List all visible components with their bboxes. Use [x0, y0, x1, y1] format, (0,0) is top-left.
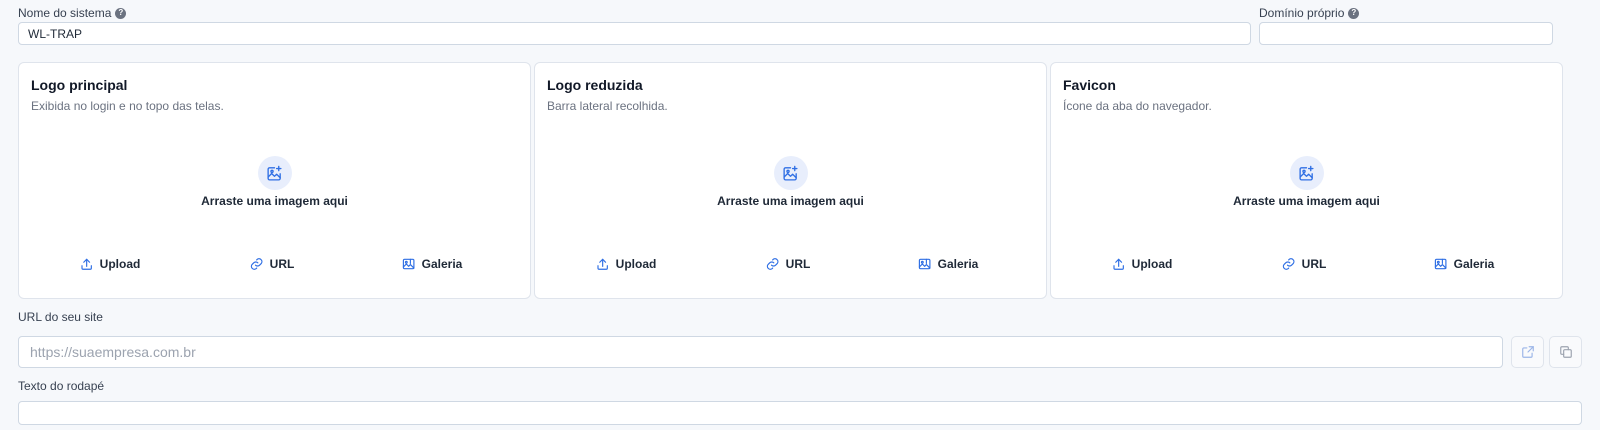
gallery-button[interactable]: Galeria	[1434, 257, 1495, 271]
image-plus-icon	[1289, 156, 1324, 190]
footer-text-label-text: Texto do rodapé	[18, 379, 105, 393]
url-label: URL	[269, 257, 295, 271]
help-icon[interactable]: ?	[115, 7, 127, 19]
footer-text-input[interactable]	[18, 401, 1582, 425]
gallery-button[interactable]: Galeria	[402, 257, 463, 271]
link-icon	[766, 258, 779, 270]
upload-icon	[597, 258, 608, 270]
url-button[interactable]: URL	[1282, 257, 1327, 271]
upload-icon	[1113, 258, 1124, 270]
upload-button[interactable]: Upload	[596, 257, 657, 271]
own-domain-label-text: Domínio próprio	[1259, 6, 1345, 20]
url-label: URL	[785, 257, 811, 271]
card-actions: Upload URL Galeria	[19, 257, 530, 277]
external-link-icon	[1521, 346, 1534, 358]
gallery-button[interactable]: Galeria	[918, 257, 979, 271]
upload-label: Upload	[615, 257, 657, 271]
system-name-input[interactable]	[18, 22, 1251, 45]
site-url-label-text: URL do seu site	[18, 310, 103, 324]
image-drop-zone[interactable]: Arraste uma imagem aqui	[535, 156, 1046, 216]
copy-url-button[interactable]	[1549, 336, 1582, 368]
url-button[interactable]: URL	[250, 257, 295, 271]
card-title: Logo principal	[31, 77, 128, 93]
card-title: Logo reduzida	[547, 77, 643, 93]
image-plus-icon	[773, 156, 808, 190]
image-drop-zone[interactable]: Arraste uma imagem aqui	[19, 156, 530, 216]
image-drop-zone[interactable]: Arraste uma imagem aqui	[1051, 156, 1562, 216]
site-url-input[interactable]	[18, 336, 1503, 368]
drop-text: Arraste uma imagem aqui	[201, 194, 348, 208]
card-actions: Upload URL Galeria	[535, 257, 1046, 277]
upload-button[interactable]: Upload	[80, 257, 141, 271]
gallery-label: Galeria	[937, 257, 979, 271]
url-label: URL	[1301, 257, 1327, 271]
card-description: Ícone da aba do navegador.	[1063, 99, 1212, 113]
system-name-label: Nome do sistema ?	[18, 6, 127, 20]
favicon-card: Favicon Ícone da aba do navegador. Arras…	[1050, 62, 1563, 299]
help-icon[interactable]: ?	[1348, 7, 1360, 19]
gallery-icon	[402, 258, 415, 270]
own-domain-label: Domínio próprio ?	[1259, 6, 1360, 20]
card-title: Favicon	[1063, 77, 1116, 93]
gallery-icon	[918, 258, 931, 270]
gallery-icon	[1434, 258, 1447, 270]
card-actions: Upload URL Galeria	[1051, 257, 1562, 277]
system-name-label-text: Nome do sistema	[18, 6, 112, 20]
card-description: Exibida no login e no topo das telas.	[31, 99, 224, 113]
gallery-label: Galeria	[1453, 257, 1495, 271]
upload-button[interactable]: Upload	[1112, 257, 1173, 271]
open-url-button[interactable]	[1511, 336, 1544, 368]
image-plus-icon	[257, 156, 292, 190]
site-url-label: URL do seu site	[18, 310, 103, 324]
upload-icon	[81, 258, 92, 270]
drop-text: Arraste uma imagem aqui	[717, 194, 864, 208]
copy-icon	[1559, 346, 1572, 358]
drop-text: Arraste uma imagem aqui	[1233, 194, 1380, 208]
card-description: Barra lateral recolhida.	[547, 99, 668, 113]
url-button[interactable]: URL	[766, 257, 811, 271]
own-domain-input[interactable]	[1259, 22, 1553, 45]
gallery-label: Galeria	[421, 257, 463, 271]
link-icon	[250, 258, 263, 270]
upload-label: Upload	[1131, 257, 1173, 271]
footer-text-label: Texto do rodapé	[18, 379, 104, 393]
logo-reduzida-card: Logo reduzida Barra lateral recolhida. A…	[534, 62, 1047, 299]
link-icon	[1282, 258, 1295, 270]
upload-label: Upload	[99, 257, 141, 271]
logo-principal-card: Logo principal Exibida no login e no top…	[18, 62, 531, 299]
